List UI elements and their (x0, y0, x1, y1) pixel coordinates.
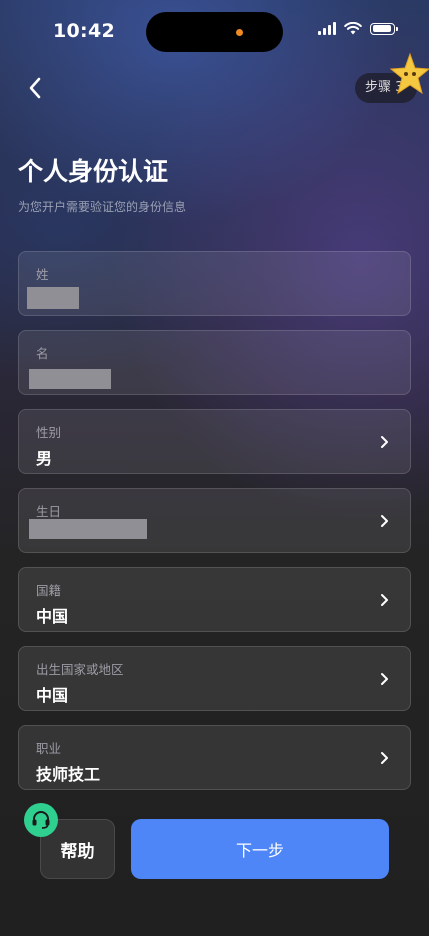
gender-label: 性别 (36, 425, 62, 440)
last-name-label: 姓 (36, 267, 49, 282)
chevron-right-icon (381, 594, 388, 606)
birth-country-field[interactable]: 出生国家或地区 中国 (18, 646, 411, 711)
nationality-field[interactable]: 国籍 中国 (18, 567, 411, 632)
help-button-label: 帮助 (60, 841, 95, 862)
chevron-right-icon (381, 515, 388, 527)
nationality-value: 中国 (36, 607, 69, 626)
chevron-right-icon (381, 752, 388, 764)
gender-field[interactable]: 性别 男 (18, 409, 411, 474)
star-mascot-icon (389, 52, 429, 95)
status-time: 10:42 (53, 20, 115, 42)
page-subtitle: 为您开户需要验证您的身份信息 (18, 200, 187, 214)
headset-icon (32, 811, 50, 829)
next-step-button[interactable]: 下一步 (131, 819, 389, 879)
birth-country-label: 出生国家或地区 (36, 662, 124, 677)
redacted-block (27, 287, 79, 309)
cellular-signal-icon (318, 22, 336, 35)
occupation-value: 技师技工 (36, 765, 101, 784)
redacted-block (29, 369, 111, 389)
back-button[interactable] (20, 73, 50, 103)
birth-country-value: 中国 (36, 686, 69, 705)
wifi-icon (344, 22, 362, 35)
occupation-field[interactable]: 职业 技师技工 (18, 725, 411, 790)
next-step-label: 下一步 (235, 841, 284, 860)
recording-indicator-icon (236, 29, 243, 36)
nationality-label: 国籍 (36, 583, 62, 598)
chevron-right-icon (381, 673, 388, 685)
gender-value: 男 (36, 449, 53, 468)
status-icons (318, 22, 398, 35)
occupation-label: 职业 (36, 741, 62, 756)
first-name-field[interactable]: 名 (18, 330, 411, 395)
chevron-right-icon (381, 436, 388, 448)
app-screen: 10:42 步骤 3 个人身份认证 为您开户需要验证您的身份信息 姓 名 性别 … (0, 0, 429, 936)
battery-icon (370, 22, 398, 35)
chevron-left-icon (29, 77, 41, 99)
dynamic-island (146, 12, 283, 52)
page-title: 个人身份认证 (18, 157, 169, 186)
customer-service-icon[interactable] (24, 803, 58, 837)
birthday-label: 生日 (36, 504, 62, 519)
birthday-field[interactable]: 生日 (18, 488, 411, 553)
first-name-label: 名 (36, 346, 49, 361)
last-name-field[interactable]: 姓 (18, 251, 411, 316)
redacted-block (29, 519, 147, 539)
